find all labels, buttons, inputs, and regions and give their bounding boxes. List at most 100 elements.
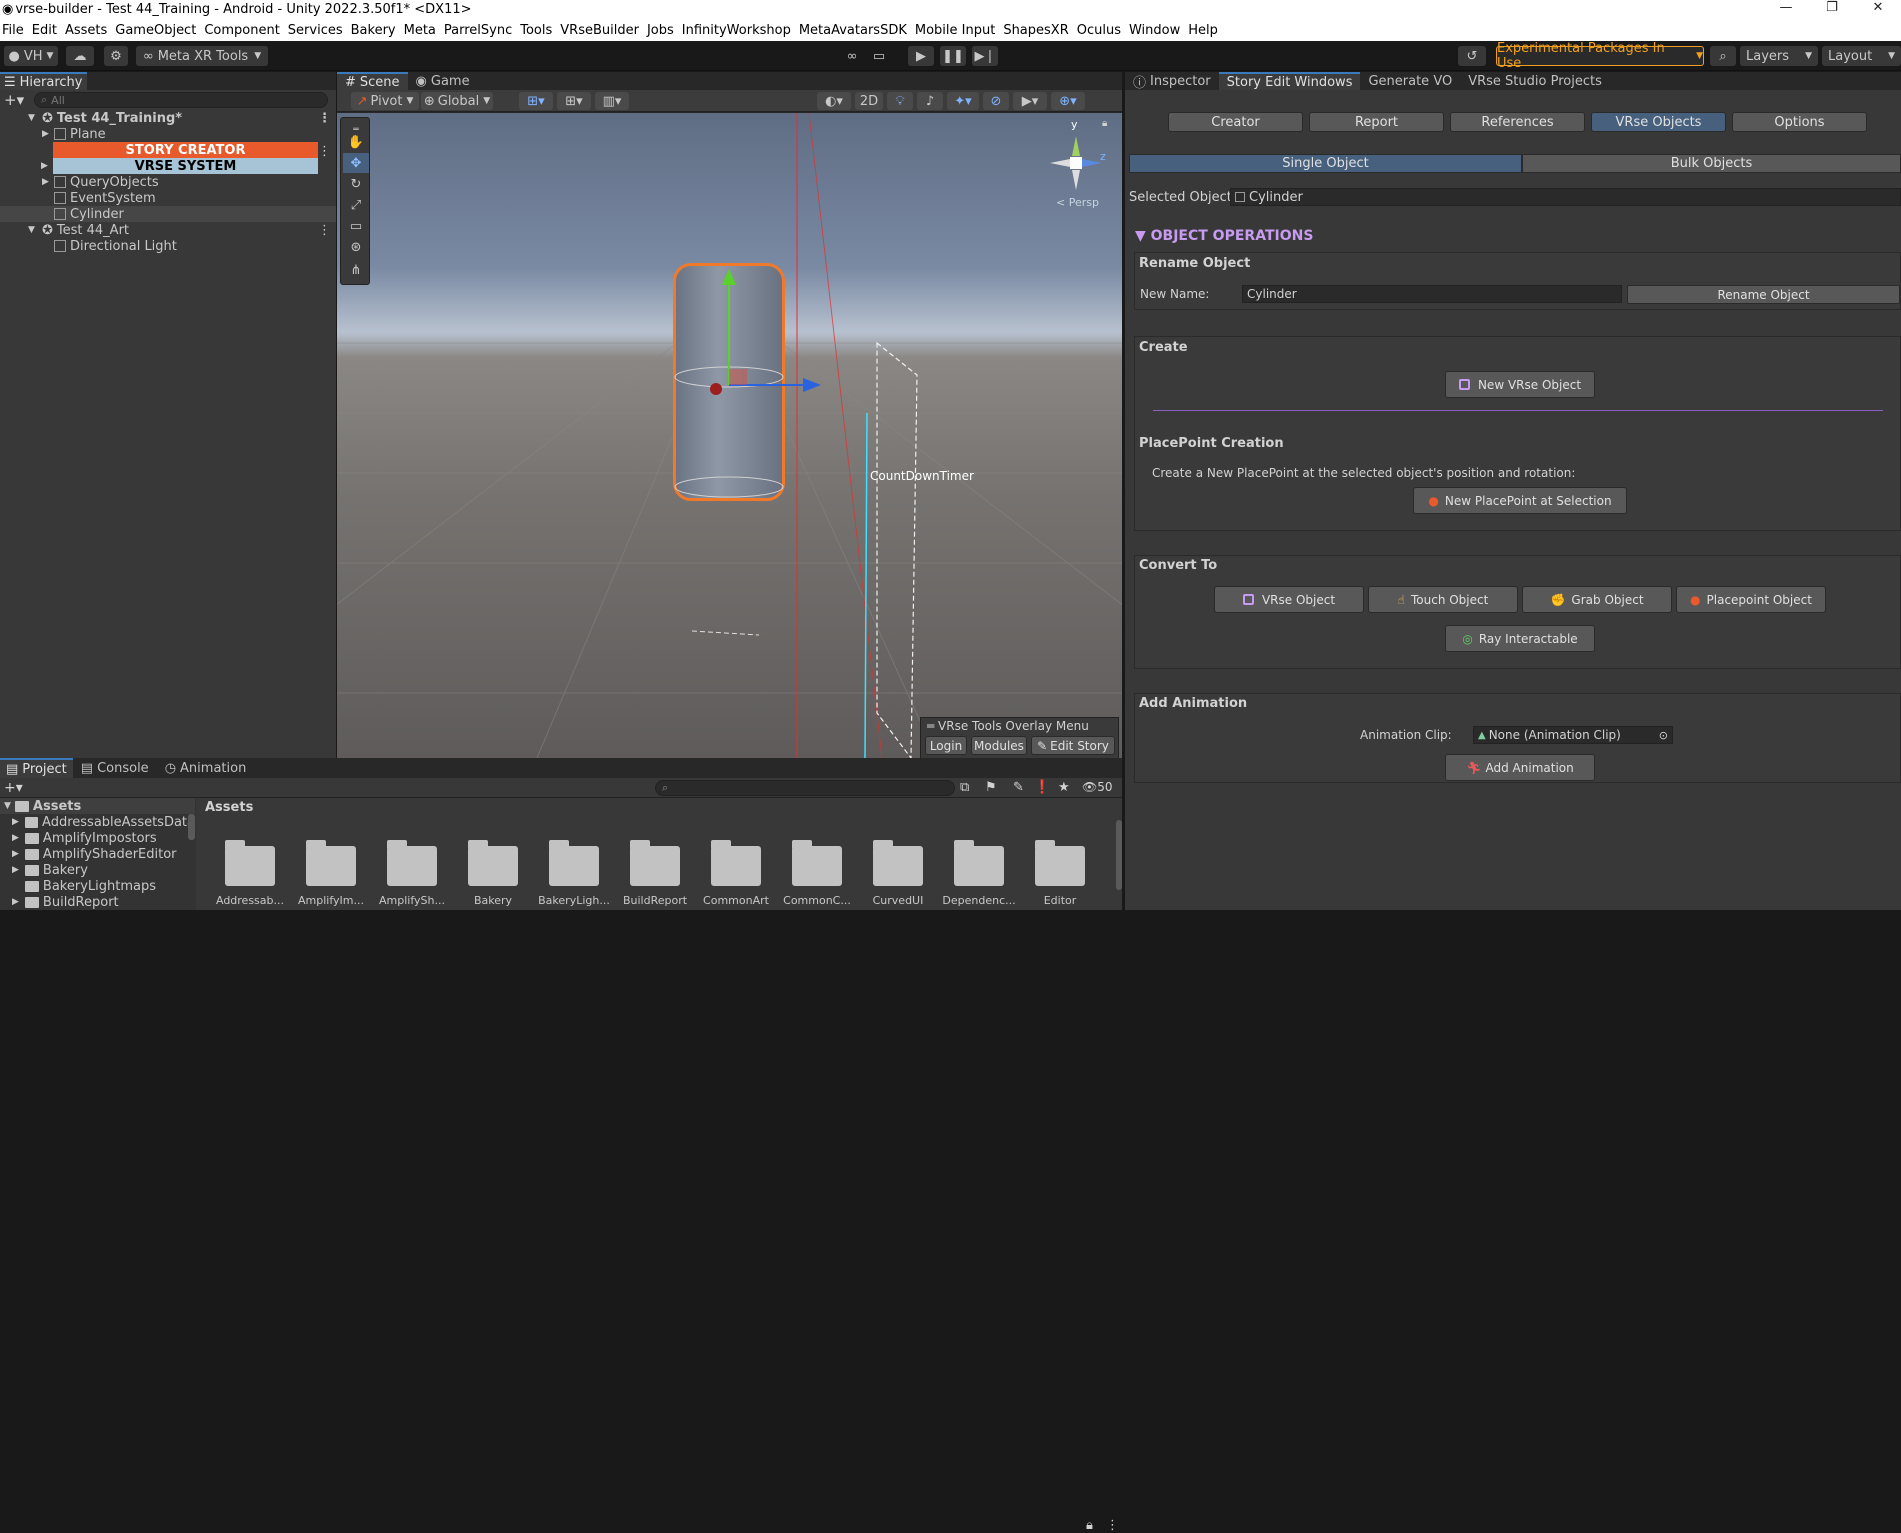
options-button[interactable]: Options [1732,112,1867,132]
folder-icon[interactable] [549,840,599,886]
close-window-button[interactable]: ✕ [1855,0,1901,15]
folder-icon[interactable] [306,840,356,886]
meta-xr-tools-dropdown[interactable]: ∞ Meta XR Tools ▼ [136,46,268,66]
warning-icon[interactable]: ❗ [1034,780,1050,795]
new-placepoint-button[interactable]: ● New PlacePoint at Selection [1413,487,1627,514]
play-button[interactable]: ▶ [908,46,934,66]
folder-icon[interactable] [468,840,518,886]
gizmos-icon[interactable]: ⊕▾ [1051,92,1085,110]
selected-object-field[interactable]: Cylinder [1230,188,1901,206]
tab-story-edit-windows[interactable]: Story Edit Windows [1218,72,1361,90]
login-button[interactable]: Login [925,736,967,755]
list-item-vrse-system[interactable]: ▶ VRSE SYSTEM [41,158,318,174]
new-vrse-object-button[interactable]: New VRse Object [1445,371,1595,398]
folder-icon[interactable] [792,840,842,886]
tree-scrollbar[interactable] [188,814,195,840]
folder-icon[interactable] [630,840,680,886]
folder-icon[interactable] [225,840,275,886]
list-item-directional-light[interactable]: Directional Light [0,238,336,254]
tab-bulk-objects[interactable]: Bulk Objects [1522,154,1901,173]
list-item-cylinder[interactable]: Cylinder [0,206,336,222]
rename-object-button[interactable]: Rename Object [1627,285,1900,304]
folder-icon[interactable] [387,840,437,886]
tab-generate-vo[interactable]: Generate VO [1360,72,1460,90]
tab-project[interactable]: ▤ Project [0,758,73,778]
menu-shapesxr[interactable]: ShapesXR [1002,23,1074,38]
device-icon[interactable]: ▭ [868,46,890,66]
menu-file[interactable]: File [1,23,30,38]
create-asset-button[interactable]: +▾ [4,780,23,796]
list-item-eventsystem[interactable]: EventSystem [0,190,336,206]
tree-item-assets[interactable]: ▼ Assets [0,798,195,814]
menu-metaavatarssdk[interactable]: MetaAvatarsSDK [798,23,913,38]
audio-icon[interactable]: ♪ [917,92,943,110]
camera-icon[interactable]: ▶▾ [1013,92,1047,110]
minimize-button[interactable]: — [1763,0,1809,15]
menu-tools[interactable]: Tools [519,23,558,38]
convert-placepoint-object-button[interactable]: ● Placepoint Object [1676,586,1826,613]
menu-services[interactable]: Services [287,23,349,38]
kebab-menu-icon[interactable]: ⋮ [1106,1518,1119,1533]
tab-inspector[interactable]: ⓘ Inspector [1125,72,1219,91]
transform-tool-icon[interactable]: ⊛ [343,237,369,257]
collab-icon[interactable]: ⚙ [104,46,128,66]
menu-oculus[interactable]: Oculus [1076,23,1127,38]
menu-help[interactable]: Help [1187,23,1224,38]
animation-clip-field[interactable]: ▲ None (Animation Clip) ⊙ [1473,726,1673,744]
modules-button[interactable]: Modules [971,736,1027,755]
list-item-plane[interactable]: ▶ Plane [0,126,336,142]
tab-scene[interactable]: # Scene [337,72,408,90]
favorite-star-icon[interactable]: ★ [1058,780,1070,795]
step-button[interactable]: ▶❘ [972,46,998,66]
rotate-tool-icon[interactable]: ↻ [343,174,369,194]
convert-vrse-object-button[interactable]: VRse Object [1214,586,1364,613]
folder-icon[interactable] [954,840,1004,886]
menu-vrsebuilder[interactable]: VRseBuilder [559,23,645,38]
menu-infinityworkshop[interactable]: InfinityWorkshop [681,23,797,38]
asset-breadcrumb[interactable]: Assets [205,800,253,815]
new-name-input[interactable]: Cylinder [1242,285,1622,303]
hidden-objects-icon[interactable]: ⊘ [983,92,1009,110]
filter-by-label-icon[interactable]: ⚑ [985,780,997,795]
tree-item-amplifyimpostors[interactable]: ▶ AmplifyImpostors [0,830,195,846]
maximize-button[interactable]: ❐ [1809,0,1855,15]
lock-icon[interactable]: 🔒︎ [1086,1518,1093,1533]
menu-assets[interactable]: Assets [64,23,113,38]
rect-tool-icon[interactable]: ▭ [343,216,369,236]
pause-button[interactable]: ❚❚ [940,46,966,66]
menu-edit[interactable]: Edit [31,23,63,38]
convert-grab-object-button[interactable]: ✊ Grab Object [1522,586,1672,613]
account-dropdown[interactable]: ● VH ▼ [4,46,58,66]
filter-by-type-icon[interactable]: ⧉ [960,780,969,795]
menu-mobile-input[interactable]: Mobile Input [914,23,1001,38]
row-menu-icon[interactable]: ⋮ [318,223,331,238]
move-tool-icon[interactable]: ✥ [343,153,369,173]
scene-row-test44-training[interactable]: ▼ ✪ Test 44_Training* ⋮ [0,110,336,126]
layout-dropdown[interactable]: Layout ▼ [1822,46,1901,66]
global-dropdown[interactable]: ⊕ Global ▼ [421,92,493,110]
add-object-button[interactable]: +▾ [4,91,24,109]
scale-tool-icon[interactable]: ⤢ [343,195,369,215]
experimental-packages-dropdown[interactable]: Experimental Packages In Use ▼ [1496,41,1704,71]
tab-game[interactable]: ◉ Game [408,72,478,90]
menu-bakery[interactable]: Bakery [350,23,402,38]
report-button[interactable]: Report [1309,112,1444,132]
menu-meta[interactable]: Meta [403,23,442,38]
persp-label[interactable]: < Persp [1056,196,1099,209]
tree-item-bakery[interactable]: ▶ Bakery [0,862,195,878]
history-icon[interactable]: ↺ [1458,46,1486,66]
lighting-icon[interactable]: 💡︎ [887,92,913,110]
object-operations-header[interactable]: ▼ OBJECT OPERATIONS [1135,228,1313,244]
convert-touch-object-button[interactable]: ☝ Touch Object [1368,586,1518,613]
shading-mode-button[interactable]: ◐▾ [817,92,851,110]
references-button[interactable]: References [1450,112,1585,132]
ray-interactable-button[interactable]: ◎ Ray Interactable [1445,625,1595,652]
kebab-menu-icon[interactable]: ⋮ [318,144,331,159]
menu-window[interactable]: Window [1128,23,1186,38]
grid-snap-button[interactable]: ⊞▾ [519,92,553,110]
tab-vrse-studio-projects[interactable]: VRse Studio Projects [1460,72,1610,90]
list-item-queryobjects[interactable]: ▶ QueryObjects [0,174,336,190]
hierarchy-search-input[interactable]: ⌕ All [34,92,328,108]
object-picker-icon[interactable]: ⊙ [1659,729,1668,742]
list-item-story-creator[interactable]: STORY CREATOR [53,142,318,158]
